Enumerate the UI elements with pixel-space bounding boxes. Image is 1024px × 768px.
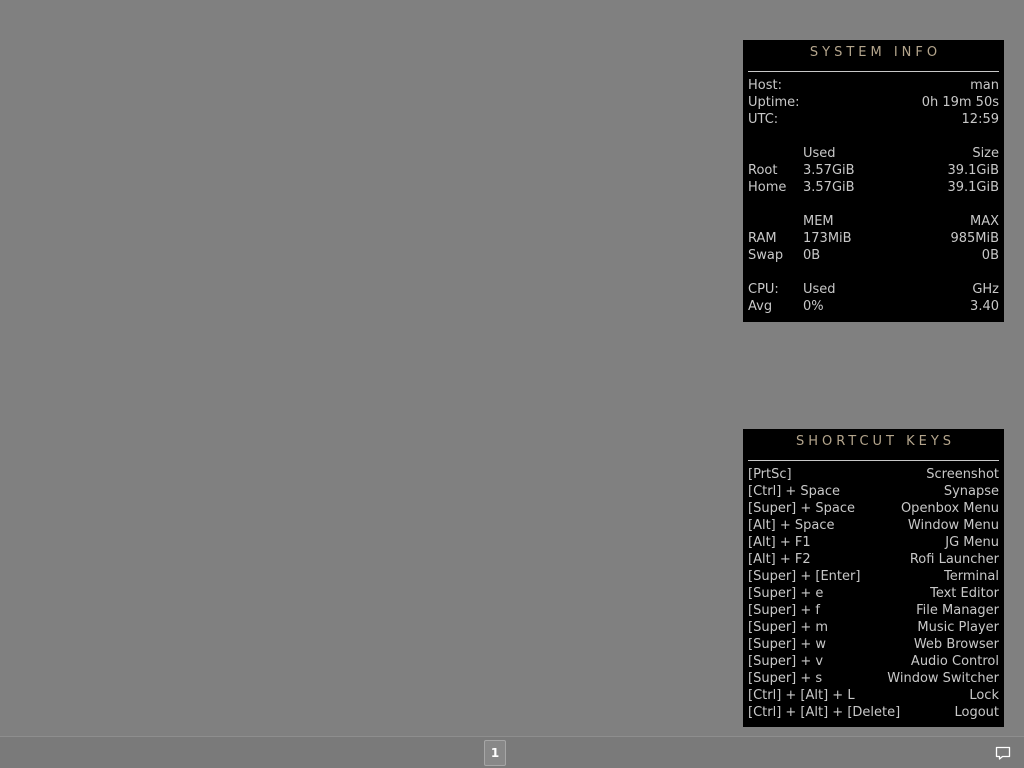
notification-icon[interactable]	[995, 745, 1011, 761]
disk-used: 3.57GiB	[803, 180, 855, 195]
memory-max: 985MiB	[950, 231, 999, 246]
disk-name: Root	[748, 163, 778, 178]
shortcut-row: [Super] + f File Manager	[748, 602, 999, 619]
shortcut-keys: [Ctrl] + Space	[748, 484, 841, 499]
shortcut-action: Rofi Launcher	[909, 552, 999, 567]
disk-used: 3.57GiB	[803, 163, 855, 178]
shortcut-row: [Super] + e Text Editor	[748, 585, 999, 602]
disk-size-header: Size	[972, 146, 999, 161]
shortcut-action: Web Browser	[913, 637, 999, 652]
uptime-row: Uptime: 0h 19m 50s	[748, 94, 999, 111]
disk-row: Home 3.57GiB 39.1GiB	[748, 179, 999, 196]
shortcut-row: [Super] + w Web Browser	[748, 636, 999, 653]
memory-row: Swap 0B 0B	[748, 247, 999, 264]
cpu-avg-row: Avg 0% 3.40	[748, 298, 999, 315]
host-label: Host:	[748, 78, 782, 93]
system-info-panel: SYSTEM INFO Host: man Uptime: 0h 19m 50s…	[743, 40, 1004, 322]
system-info-title: SYSTEM INFO	[809, 45, 942, 60]
shortcut-row: [PrtSc] Screenshot	[748, 466, 999, 483]
shortcut-action: Lock	[969, 688, 999, 703]
shortcut-row: [Super] + [Enter] Terminal	[748, 568, 999, 585]
disk-size: 39.1GiB	[947, 163, 999, 178]
memory-row: RAM 173MiB 985MiB	[748, 230, 999, 247]
utc-value: 12:59	[961, 112, 999, 127]
uptime-label: Uptime:	[748, 95, 800, 110]
cpu-avg-ghz: 3.40	[970, 299, 999, 314]
disk-row: Root 3.57GiB 39.1GiB	[748, 162, 999, 179]
shortcut-keys: [Alt] + Space	[748, 518, 835, 533]
divider	[748, 460, 999, 461]
shortcut-keys: [Super] + w	[748, 637, 827, 652]
shortcut-row: [Super] + Space Openbox Menu	[748, 500, 999, 517]
cpu-label: CPU:	[748, 282, 779, 297]
shortcut-row: [Ctrl] + [Alt] + [Delete] Logout	[748, 704, 999, 721]
shortcut-action: Openbox Menu	[900, 501, 999, 516]
host-value: man	[970, 78, 999, 93]
shortcut-list: [PrtSc] Screenshot [Ctrl] + Space Synapse …	[748, 466, 999, 721]
shortcut-action: Music Player	[917, 620, 999, 635]
shortcut-keys: [Alt] + F2	[748, 552, 811, 567]
shortcut-action: Terminal	[944, 569, 999, 584]
shortcut-keys: [Super] + [Enter]	[748, 569, 861, 584]
shortcut-action: File Manager	[916, 603, 999, 618]
shortcut-keys: [Super] + v	[748, 654, 824, 669]
memory-mem-header: MEM	[803, 214, 834, 229]
cpu-ghz-header: GHz	[972, 282, 999, 297]
shortcut-keys: [Super] + s	[748, 671, 823, 686]
shortcut-row: [Super] + m Music Player	[748, 619, 999, 636]
shortcut-row: [Alt] + F1 JG Menu	[748, 534, 999, 551]
memory-max: 0B	[981, 248, 999, 263]
divider	[748, 71, 999, 72]
disk-name: Home	[748, 180, 787, 195]
memory-used: 173MiB	[803, 231, 852, 246]
uptime-value: 0h 19m 50s	[921, 95, 999, 110]
shortcut-keys: [PrtSc]	[748, 467, 792, 482]
host-row: Host: man	[748, 77, 999, 94]
shortcut-action: Window Menu	[907, 518, 999, 533]
cpu-avg-label: Avg	[748, 299, 773, 314]
cpu-header-row: CPU: Used GHz	[748, 281, 999, 298]
shortcut-action: Window Switcher	[887, 671, 999, 686]
shortcut-action: Text Editor	[930, 586, 999, 601]
memory-name: RAM	[748, 231, 777, 246]
cpu-used-header: Used	[803, 282, 836, 297]
cpu-avg-used: 0%	[803, 299, 824, 314]
utc-label: UTC:	[748, 112, 779, 127]
shortcut-keys: [Super] + e	[748, 586, 824, 601]
taskbar: 1	[0, 736, 1024, 768]
shortcut-keys-panel: SHORTCUT KEYS [PrtSc] Screenshot [Ctrl] +…	[743, 429, 1004, 727]
shortcut-keys: [Alt] + F1	[748, 535, 811, 550]
disk-size: 39.1GiB	[947, 180, 999, 195]
memory-max-header: MAX	[969, 214, 999, 229]
shortcut-action: Audio Control	[910, 654, 999, 669]
workspace-button[interactable]: 1	[484, 740, 506, 766]
shortcut-action: Synapse	[943, 484, 999, 499]
shortcut-row: [Ctrl] + [Alt] + L Lock	[748, 687, 999, 704]
memory-used: 0B	[803, 248, 821, 263]
shortcut-keys: [Ctrl] + [Alt] + [Delete]	[748, 705, 901, 720]
shortcut-row: [Ctrl] + Space Synapse	[748, 483, 999, 500]
shortcut-keys: [Ctrl] + [Alt] + L	[748, 688, 855, 703]
shortcut-row: [Alt] + F2 Rofi Launcher	[748, 551, 999, 568]
shortcut-row: [Super] + s Window Switcher	[748, 670, 999, 687]
shortcut-row: [Super] + v Audio Control	[748, 653, 999, 670]
memory-name: Swap	[748, 248, 784, 263]
disk-header-row: Used Size	[748, 145, 999, 162]
memory-header-row: MEM MAX	[748, 213, 999, 230]
disk-used-header: Used	[803, 146, 836, 161]
shortcut-keys-title: SHORTCUT KEYS	[795, 434, 956, 449]
shortcut-action: JG Menu	[945, 535, 999, 550]
shortcut-action: Screenshot	[926, 467, 999, 482]
shortcut-keys: [Super] + f	[748, 603, 820, 618]
utc-row: UTC: 12:59	[748, 111, 999, 128]
shortcut-row: [Alt] + Space Window Menu	[748, 517, 999, 534]
shortcut-action: Logout	[954, 705, 999, 720]
shortcut-keys: [Super] + m	[748, 620, 829, 635]
shortcut-keys: [Super] + Space	[748, 501, 856, 516]
